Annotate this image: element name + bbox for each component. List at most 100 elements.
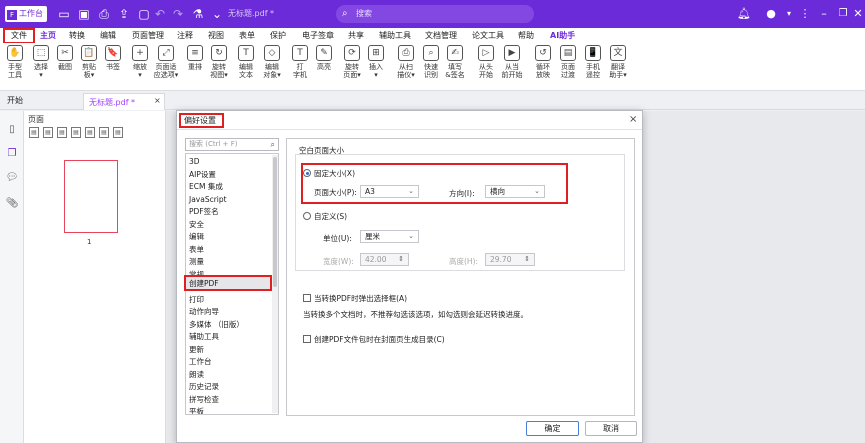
popup-on-convert-checkbox[interactable] [303,294,311,302]
zoom-tool-button[interactable]: + 缩放 ▾ [127,45,153,79]
save-icon[interactable]: ▣ [76,5,92,23]
menu-ai-assistant[interactable]: AI助手 [550,29,575,42]
category-item[interactable]: 打印 [189,294,204,307]
print-icon[interactable]: ⎙ [96,5,112,23]
menu-file[interactable]: 文件 [3,28,35,44]
page-tool-6-icon[interactable]: ▤ [99,127,109,138]
category-selected-highlight[interactable]: 创建PDF [184,275,272,291]
ok-button[interactable]: 确定 [526,421,579,436]
menu-page-management[interactable]: 页面管理 [132,29,164,42]
undo-icon[interactable]: ↶ [152,5,168,23]
open-folder-icon[interactable]: ▭ [56,5,72,23]
category-item[interactable]: PDF签名 [189,206,219,219]
category-item[interactable]: 多媒体 （旧版） [189,319,244,332]
page-transition-tool-button[interactable]: ▤ 页面 过渡 [555,45,581,79]
sign-tool-button[interactable]: ✍ 填写 &签名 [442,45,468,79]
tab-start[interactable]: 开始 [7,95,23,106]
category-item[interactable]: 测量 [189,256,204,269]
category-item[interactable]: 历史记录 [189,381,219,394]
page-tool-1-icon[interactable]: ▤ [29,127,39,138]
category-item[interactable]: 朗读 [189,369,204,382]
category-item[interactable]: 更新 [189,344,204,357]
menu-e-signature[interactable]: 电子签章 [302,29,334,42]
scrollbar-thumb[interactable] [273,157,277,287]
play-tool-button[interactable]: ▷ 从头 开始 [473,45,499,79]
bookmark-tool-button[interactable]: 🔖 书签 [100,45,126,71]
tab-document[interactable]: 无标题.pdf * × [83,93,165,110]
category-item[interactable]: ECM 集成 [189,181,223,194]
search-input[interactable]: ⌕ 搜索 [336,5,534,23]
more-menu-icon[interactable]: ⋮ [796,5,814,23]
edit-object-tool-button[interactable]: ◇ 编辑 对象▾ [259,45,285,79]
insert-tool-button[interactable]: ⊞ 插入 ▾ [363,45,389,79]
category-item[interactable]: 辅助工具 [189,331,219,344]
menu-edit[interactable]: 编辑 [100,29,116,42]
select-tool-button[interactable]: ⬚ 选择 ▾ [28,45,54,79]
remote-tool-button[interactable]: 📱 手机 遥控 [580,45,606,79]
category-item[interactable]: 表单 [189,244,204,257]
menu-convert[interactable]: 转换 [69,29,85,42]
page-tool-4-icon[interactable]: ▤ [71,127,81,138]
redo-icon[interactable]: ↷ [170,5,186,23]
attachments-panel-icon[interactable]: 📎︎ [5,197,19,211]
rotate-page-tool-button[interactable]: ⟳ 旋转 页面▾ [339,45,365,79]
category-item[interactable]: 编辑 [189,231,204,244]
category-item[interactable]: 动作向导 [189,306,219,319]
category-scrollbar[interactable] [272,155,278,413]
ocr-tool-button[interactable]: ⌕ 快速 识别 [418,45,444,79]
page-tool-2-icon[interactable]: ▤ [43,127,53,138]
close-tab-icon[interactable]: × [154,96,161,105]
quick-access-more-icon[interactable]: ⌄ [209,5,225,23]
menu-protect[interactable]: 保护 [270,29,286,42]
menu-form[interactable]: 表单 [239,29,255,42]
typewriter-tool-button[interactable]: T 打 字机 [287,45,313,79]
category-item[interactable]: 拼写检查 [189,394,219,407]
bookmark-panel-icon[interactable]: ▯ [5,123,19,137]
category-item[interactable]: 安全 [189,219,204,232]
hand-tool-button[interactable]: ✋ 手型 工具 [2,45,28,79]
rotate-view-tool-button[interactable]: ↻ 旋转 视图▾ [206,45,232,79]
menu-annotate[interactable]: 注释 [177,29,193,42]
category-item[interactable]: 3D [189,156,200,169]
unit-select[interactable]: 厘米 ⌄ [360,230,419,243]
fit-page-tool-button[interactable]: ⤢ 页面适 应选项▾ [153,45,179,79]
dialog-close-icon[interactable]: × [629,114,637,125]
highlight-tool-button[interactable]: ✎ 高亮 [311,45,337,71]
account-icon[interactable]: ● [762,5,780,23]
minimize-icon[interactable]: – [815,5,833,23]
toc-on-cover-checkbox[interactable] [303,335,311,343]
height-input[interactable]: 29.70 ⇕ [485,253,535,266]
play-current-tool-button[interactable]: ▶ 从当 前开始 [499,45,525,79]
menu-accessibility[interactable]: 辅助工具 [379,29,411,42]
new-doc-icon[interactable]: ▢ [136,5,152,23]
page-tool-5-icon[interactable]: ▤ [85,127,95,138]
menu-share[interactable]: 共享 [348,29,364,42]
menu-thesis-tools[interactable]: 论文工具 [472,29,504,42]
share-icon[interactable]: ⇪ [116,5,132,23]
loop-tool-button[interactable]: ↺ 循环 放映 [530,45,556,79]
category-item[interactable]: JavaScript [189,194,227,207]
page-thumbnail[interactable] [64,160,118,233]
workbench-button[interactable]: F 工作台 [5,6,47,22]
screenshot-tool-button[interactable]: ✂ 截图 [52,45,78,71]
menu-document-management[interactable]: 文档管理 [425,29,457,42]
translate-tool-button[interactable]: 文翻译 助手▾ [605,45,631,79]
width-input[interactable]: 42.00 ⇕ [360,253,409,266]
scan-tool-button[interactable]: ⎙ 从扫 描仪▾ [393,45,419,79]
customize-icon[interactable]: ⚗ [190,5,206,23]
menu-help[interactable]: 帮助 [518,29,534,42]
pages-panel-icon[interactable]: ❐ [5,147,19,161]
reflow-tool-button[interactable]: ≡ 重排 [182,45,208,71]
category-item[interactable]: 工作台 [189,356,212,369]
custom-radio[interactable] [303,212,311,220]
edit-text-tool-button[interactable]: T 编辑 文本 [233,45,259,79]
page-tool-3-icon[interactable]: ▤ [57,127,67,138]
page-tool-7-icon[interactable]: ▤ [113,127,123,138]
notification-icon[interactable]: 🔔︎ [735,5,753,23]
clipboard-tool-button[interactable]: 📋 剪贴 板▾ [76,45,102,79]
comments-panel-icon[interactable]: 💬︎ [5,171,19,185]
close-window-icon[interactable]: ✕ [849,5,865,23]
category-item[interactable]: 平板 [189,406,204,414]
menu-view[interactable]: 视图 [208,29,224,42]
cancel-button[interactable]: 取消 [585,421,637,436]
